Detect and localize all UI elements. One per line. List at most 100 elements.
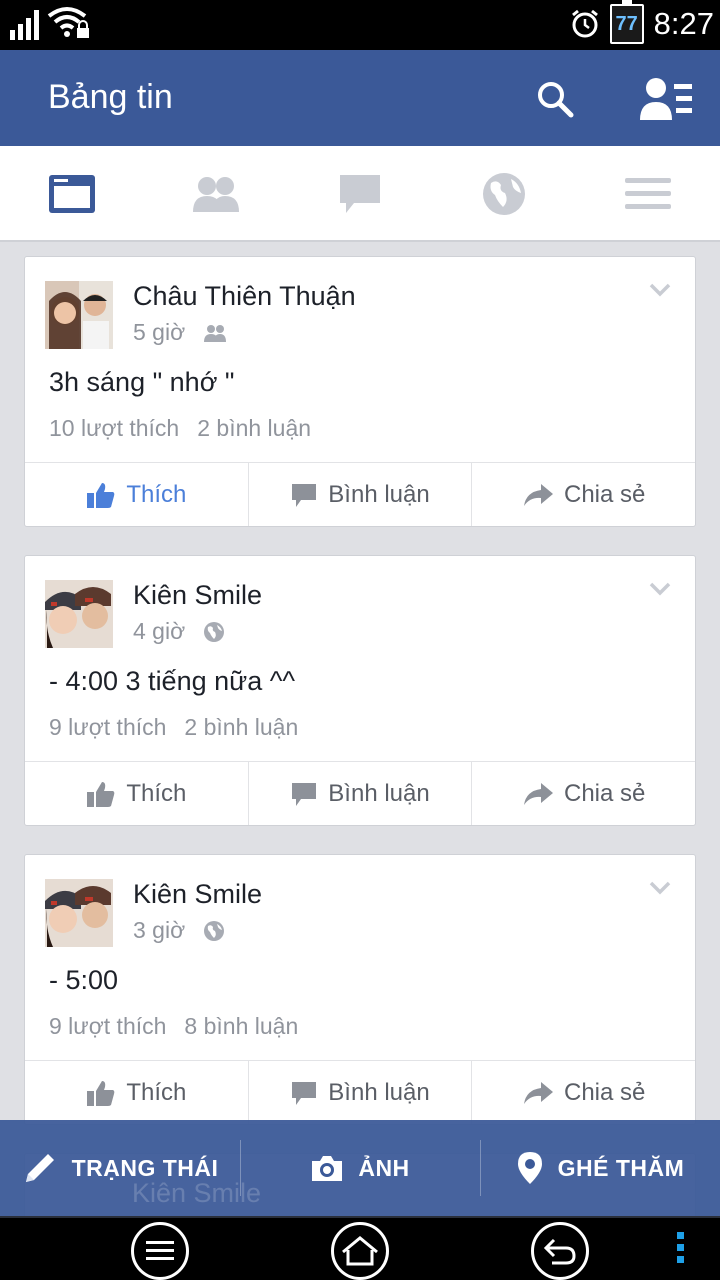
tab-more[interactable] [620,168,676,220]
comment-button[interactable]: Bình luận [249,1061,473,1124]
post-text: - 5:00 [49,965,119,995]
menu-icon [146,1241,174,1260]
comment-icon [292,483,317,507]
search-button[interactable] [530,74,580,124]
share-button[interactable]: Chia sẻ [472,762,695,825]
checkin-button[interactable]: GHÉ THĂM [480,1120,720,1216]
post-time[interactable]: 4 giờ [133,618,185,645]
avatar[interactable] [45,879,113,947]
share-icon [523,782,553,805]
search-icon [538,82,574,118]
post-stats: 9 lượt thích 2 bình luận [49,714,298,741]
comment-icon [292,1081,317,1105]
share-label: Chia sẻ [563,480,646,508]
like-label: Thích [126,1078,187,1106]
post-text: 3h sáng " nhớ " [49,367,235,397]
back-icon [543,1238,576,1265]
tab-friends[interactable] [188,168,244,220]
friends-icon [193,177,239,212]
post-author[interactable]: Châu Thiên Thuận [133,281,356,312]
comment-button[interactable]: Bình luận [249,463,473,526]
checkin-label: GHÉ THĂM [557,1154,685,1181]
post-stats: 9 lượt thích 8 bình luận [49,1013,298,1040]
wifi-lock-icon [47,7,89,38]
battery-level: 77 [615,12,638,35]
post-card: Kiên Smile 4 giờ - 4:00 3 tiếng nữa ^^ 9… [24,555,696,826]
friend-requests-icon [640,78,692,120]
publisher-bar: TRẠNG THÁI ẢNH GHÉ THĂM [0,1120,720,1216]
chevron-down-icon[interactable] [649,582,671,596]
tab-bar [0,146,720,242]
post-author[interactable]: Kiên Smile [133,580,262,611]
tab-messages[interactable] [332,168,388,220]
app-bar: Bảng tin [0,50,720,146]
like-count[interactable]: 10 lượt thích [49,415,179,442]
chevron-down-icon[interactable] [649,881,671,895]
globe-icon [204,920,225,941]
share-button[interactable]: Chia sẻ [472,1061,695,1124]
pencil-icon [25,1154,54,1182]
menu-icon [625,178,671,209]
photo-button[interactable]: ẢNH [240,1120,480,1216]
overflow-menu-icon[interactable] [677,1232,684,1263]
chevron-down-icon[interactable] [649,283,671,297]
tab-news-feed[interactable] [44,168,100,220]
camera-icon [312,1156,343,1181]
post-meta: 4 giờ [133,618,225,645]
avatar[interactable] [45,281,113,349]
comment-count[interactable]: 8 bình luận [184,1013,298,1040]
back-button[interactable] [531,1222,589,1280]
alarm-icon [571,9,598,38]
comment-label: Bình luận [328,480,430,508]
cell-signal-icon [10,10,39,40]
thumbs-up-icon [87,1080,115,1106]
status-time: 8:27 [653,6,714,41]
messages-icon [340,175,380,213]
like-label: Thích [126,779,187,807]
like-label: Thích [126,480,187,508]
comment-label: Bình luận [328,779,430,807]
home-icon [342,1236,378,1266]
post-actions: Thích Bình luận Chia sẻ [25,1060,695,1124]
share-icon [523,1081,553,1104]
like-button[interactable]: Thích [25,1061,249,1124]
battery-icon: 77 [609,0,644,44]
share-label: Chia sẻ [563,1078,646,1106]
post-time[interactable]: 3 giờ [133,917,185,944]
menu-button[interactable] [131,1222,189,1280]
comment-icon [292,782,317,806]
comment-count[interactable]: 2 bình luận [184,714,298,741]
comment-button[interactable]: Bình luận [249,762,473,825]
post-stats: 10 lượt thích 2 bình luận [49,415,311,442]
thumbs-up-icon [87,482,115,508]
home-button[interactable] [331,1222,389,1280]
post-meta: 3 giờ [133,917,225,944]
share-icon [523,483,553,506]
share-label: Chia sẻ [563,779,646,807]
comment-count[interactable]: 2 bình luận [197,415,311,442]
post-actions: Thích Bình luận Chia sẻ [25,462,695,526]
thumbs-up-icon [87,781,115,807]
post-card: Kiên Smile 3 giờ - 5:00 9 lượt thích 8 b… [24,854,696,1125]
friends-icon [204,324,227,342]
post-card: Châu Thiên Thuận 5 giờ 3h sáng " nhớ " 1… [24,256,696,527]
status-bar: 77 8:27 [0,0,720,50]
like-count[interactable]: 9 lượt thích [49,714,166,741]
like-button[interactable]: Thích [25,463,249,526]
photo-label: ẢNH [358,1154,410,1181]
tab-notifications[interactable] [476,168,532,220]
status-button[interactable]: TRẠNG THÁI [0,1120,240,1216]
friend-requests-button[interactable] [636,74,696,124]
status-label: TRẠNG THÁI [71,1154,219,1181]
comment-label: Bình luận [328,1078,430,1106]
post-actions: Thích Bình luận Chia sẻ [25,761,695,825]
location-pin-icon [517,1152,542,1184]
post-time[interactable]: 5 giờ [133,319,185,346]
page-title: Bảng tin [48,78,173,116]
like-count[interactable]: 9 lượt thích [49,1013,166,1040]
share-button[interactable]: Chia sẻ [472,463,695,526]
like-button[interactable]: Thích [25,762,249,825]
post-author[interactable]: Kiên Smile [133,879,262,910]
avatar[interactable] [45,580,113,648]
post-meta: 5 giờ [133,319,227,346]
